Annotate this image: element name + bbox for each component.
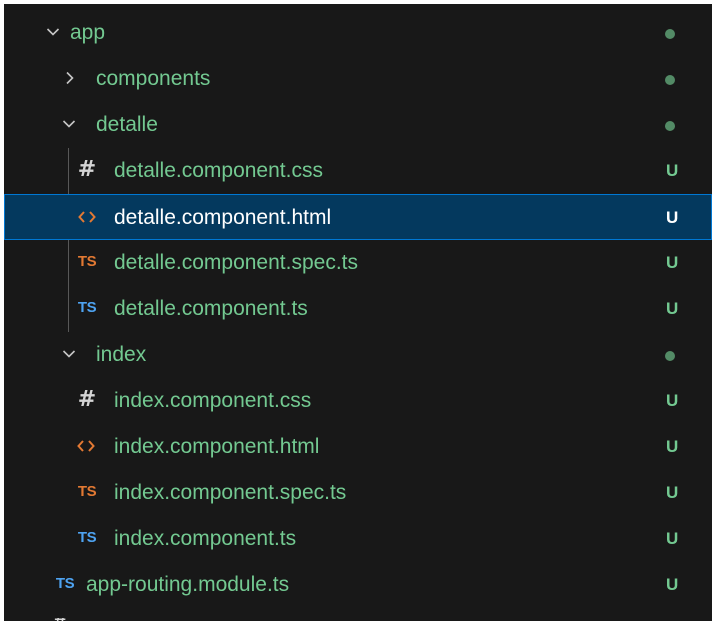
tree-item-label: detalle	[96, 113, 158, 136]
tree-file-detalle-component-css[interactable]: # detalle.component.css U	[4, 148, 712, 194]
tree-item-label: index.component.html	[114, 435, 320, 458]
tree-file-app-routing-module-ts[interactable]: TS app-routing.module.ts U	[4, 562, 712, 608]
tree-folder-index[interactable]: index	[4, 332, 712, 378]
css-hash-icon: #	[77, 157, 97, 182]
tree-item-label: detalle.component.spec.ts	[114, 251, 358, 274]
git-status-badge: U	[666, 299, 679, 318]
git-modified-dot	[665, 29, 675, 39]
git-modified-dot	[665, 121, 675, 131]
git-status-badge: U	[666, 575, 679, 594]
tree-item-label: index.component.css	[114, 389, 312, 412]
tree-file-detalle-component-spec-ts[interactable]: TS detalle.component.spec.ts U	[4, 240, 712, 286]
tree-item-label: index	[96, 343, 147, 366]
typescript-spec-icon: TS	[77, 483, 97, 500]
git-status-badge: U	[666, 391, 679, 410]
git-modified-dot	[665, 75, 675, 85]
file-explorer-tree: app components detalle # detalle.compone…	[4, 4, 712, 621]
tree-file-detalle-component-html[interactable]: detalle.component.html U	[4, 194, 712, 240]
tree-folder-detalle[interactable]: detalle	[4, 102, 712, 148]
tree-file-detalle-component-ts[interactable]: TS detalle.component.ts U	[4, 286, 712, 332]
typescript-icon: TS	[77, 529, 97, 546]
tree-item-label: components	[96, 67, 211, 90]
git-status-badge: U	[666, 161, 679, 180]
tree-item-label: app	[70, 21, 106, 44]
git-status-badge: U	[666, 437, 679, 456]
typescript-icon: TS	[55, 575, 75, 592]
chevron-down-icon[interactable]	[62, 347, 76, 361]
tree-item-label: detalle.component.ts	[114, 297, 308, 320]
git-status-badge: U	[666, 253, 679, 272]
git-status-badge: U	[666, 208, 679, 227]
git-status-badge: U	[666, 483, 679, 502]
html-angle-brackets-icon	[74, 206, 100, 228]
tree-file-index-component-spec-ts[interactable]: TS index.component.spec.ts U	[4, 470, 712, 516]
tree-item-label: app-routing.module.ts	[86, 573, 290, 596]
tree-item-label: detalle.component.css	[114, 159, 323, 182]
tree-file-index-component-css[interactable]: # index.component.css U	[4, 378, 712, 424]
tree-file-index-component-html[interactable]: index.component.html U	[4, 424, 712, 470]
chevron-right-icon[interactable]	[63, 71, 77, 85]
css-hash-icon: #	[77, 387, 97, 412]
tree-item-label: index.component.ts	[114, 527, 297, 550]
typescript-icon: TS	[77, 299, 97, 316]
typescript-spec-icon: TS	[77, 253, 97, 270]
tree-folder-app[interactable]: app	[4, 10, 712, 56]
tree-item-label: index.component.spec.ts	[114, 481, 347, 504]
html-angle-brackets-icon	[73, 435, 99, 457]
git-status-badge: U	[666, 529, 679, 548]
chevron-down-icon[interactable]	[46, 25, 60, 39]
chevron-down-icon[interactable]	[62, 117, 76, 131]
tree-folder-components[interactable]: components	[4, 56, 712, 102]
tree-file-index-component-ts[interactable]: TS index.component.ts U	[4, 516, 712, 562]
git-modified-dot	[665, 351, 675, 361]
tree-item-label: detalle.component.html	[114, 206, 332, 229]
